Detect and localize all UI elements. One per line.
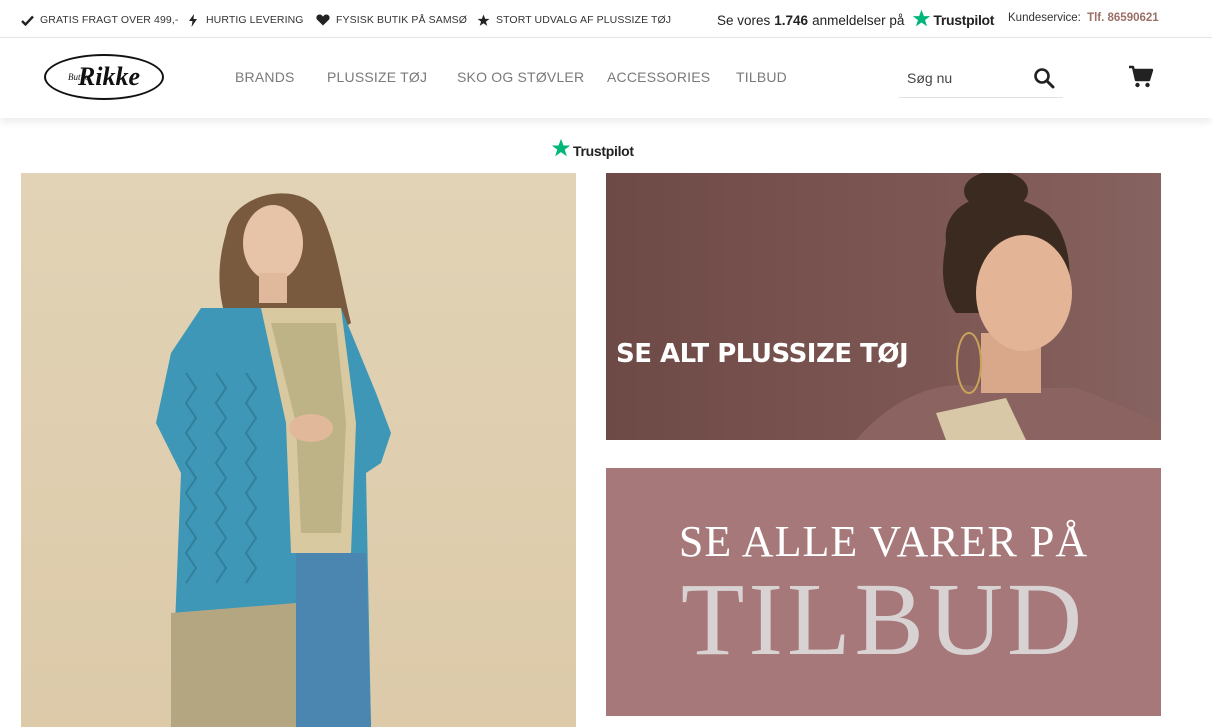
- star-icon: [476, 13, 490, 27]
- top-info-bar: GRATIS FRAGT OVER 499,- HURTIG LEVERING …: [0, 0, 1212, 38]
- usp-label: STORT UDVALG AF PLUSSIZE TØJ: [496, 14, 672, 26]
- usp-large-selection: STORT UDVALG AF PLUSSIZE TØJ: [476, 13, 671, 27]
- logo-small-text: Butik: [68, 72, 87, 82]
- usp-free-shipping: GRATIS FRAGT OVER 499,-: [20, 13, 178, 27]
- nav-item-brands[interactable]: BRANDS: [235, 69, 295, 85]
- search-icon[interactable]: [1033, 67, 1055, 94]
- hero-model-image[interactable]: [21, 173, 576, 727]
- trustpilot-review-link[interactable]: Se vores 1.746 anmeldelser på Trustpilot: [717, 9, 994, 31]
- banner-plussize[interactable]: SE ALT PLUSSIZE TØJ: [606, 173, 1161, 440]
- usp-label: HURTIG LEVERING: [206, 14, 304, 26]
- service-phone-link[interactable]: Tlf. 86590621: [1087, 12, 1159, 24]
- main-header: Butik Rikke BRANDS PLUSSIZE TØJ SKO OG S…: [0, 38, 1212, 118]
- banner-tilbud[interactable]: SE ALLE VARER PÅ TILBUD: [606, 468, 1161, 716]
- nav-item-shoes[interactable]: SKO OG STØVLER: [457, 69, 584, 85]
- usp-label: FYSISK BUTIK PÅ SAMSØ: [336, 14, 468, 26]
- cart-icon[interactable]: [1128, 65, 1154, 94]
- trustpilot-prefix: Se vores: [717, 12, 771, 28]
- service-label: Kundeservice:: [1008, 12, 1081, 24]
- usp-physical-store: FYSISK BUTIK PÅ SAMSØ: [316, 13, 467, 27]
- banner-model-illustration: [856, 173, 1161, 440]
- trustpilot-widget[interactable]: Trustpilot: [551, 138, 634, 163]
- heart-icon: [316, 13, 330, 27]
- nav-item-plussize[interactable]: PLUSSIZE TØJ: [327, 69, 427, 85]
- lightning-icon: [186, 13, 200, 27]
- trustpilot-star-icon: [912, 9, 931, 31]
- banner-plussize-label: SE ALT PLUSSIZE TØJ: [616, 339, 909, 369]
- trustpilot-suffix: anmeldelser på: [812, 12, 905, 28]
- review-count: 1.746: [774, 12, 809, 28]
- checkmark-icon: [20, 13, 34, 27]
- logo[interactable]: Butik Rikke: [44, 54, 164, 100]
- logo-text: Rikke: [77, 62, 141, 91]
- trustpilot-star-icon: [551, 138, 571, 163]
- banner-tilbud-line2: TILBUD: [680, 562, 1087, 677]
- trustpilot-brand: Trustpilot: [933, 12, 995, 28]
- usp-label: GRATIS FRAGT OVER 499,-: [40, 14, 179, 26]
- search-box: [899, 60, 1063, 98]
- trustpilot-brand: Trustpilot: [573, 142, 634, 159]
- usp-fast-delivery: HURTIG LEVERING: [186, 13, 304, 27]
- search-input[interactable]: [907, 68, 1027, 88]
- model-photo-illustration: [156, 193, 391, 727]
- nav-item-accessories[interactable]: ACCESSORIES: [607, 69, 710, 85]
- customer-service: Kundeservice: Tlf. 86590621: [1008, 12, 1159, 24]
- nav-item-tilbud[interactable]: TILBUD: [736, 69, 787, 85]
